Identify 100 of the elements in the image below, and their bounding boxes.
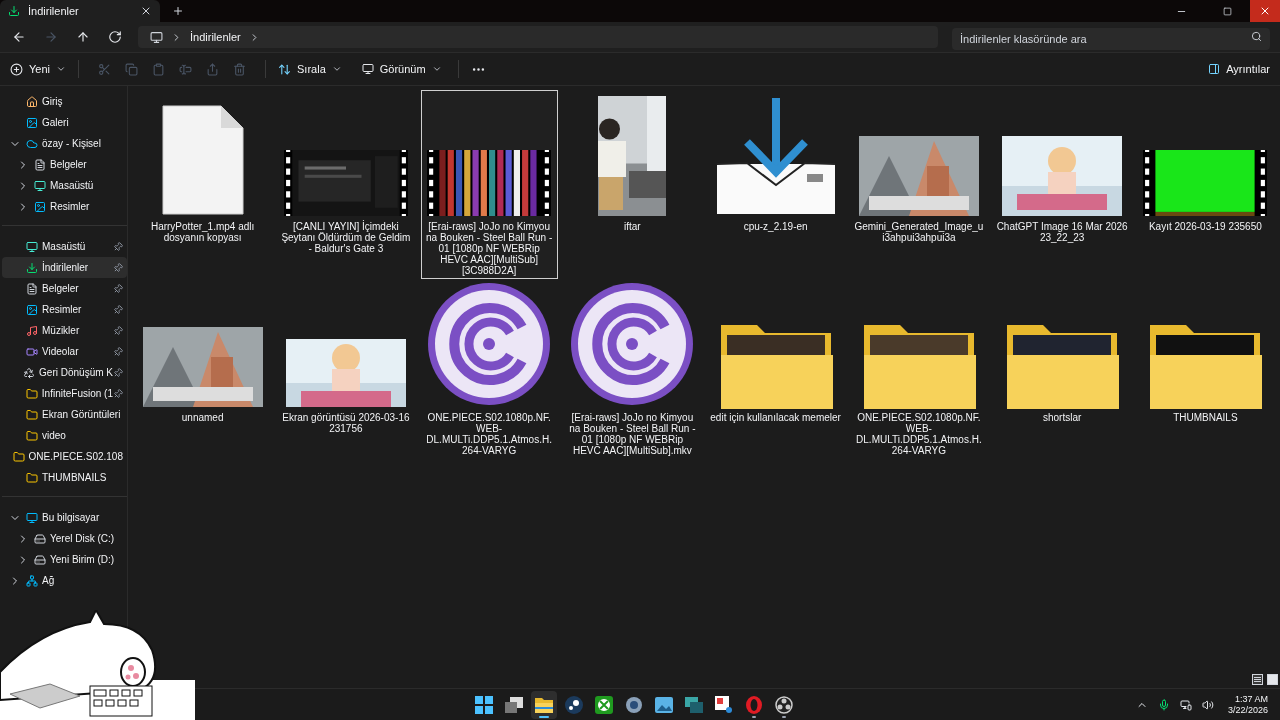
file-item[interactable]: [Erai-raws] JoJo no Kimyou na Bouken - Steel Ball Run - 01 [1080p NF WEBRip HEVC AAC][MultiSub][3C988D2A]	[420, 90, 558, 279]
time: 1:37 AM	[1234, 693, 1268, 705]
windows-logo-icon[interactable]	[475, 695, 493, 714]
new-button[interactable]: Yeni	[10, 60, 78, 78]
document-icon	[160, 104, 245, 216]
document-icon	[34, 158, 46, 171]
speaker-icon[interactable]	[1201, 698, 1214, 711]
file-item[interactable]: Ekran görüntüsü 2026-03-16 231756	[277, 281, 415, 459]
sidebar-item[interactable]: Belgeler	[2, 278, 127, 299]
microphone-icon[interactable]	[1157, 698, 1170, 711]
sidebar-item[interactable]: Galeri	[2, 112, 127, 133]
network-icon[interactable]	[1179, 698, 1192, 711]
sidebar-item[interactable]: Masaüstü	[2, 175, 127, 196]
new-tab-icon[interactable]	[172, 5, 184, 17]
file-item[interactable]: HarryPotter_1.mp4 adlı dosyanın kopyası	[134, 90, 272, 279]
xbox-icon[interactable]	[595, 695, 613, 714]
file-item[interactable]: Gemini_Generated_Image_ui3ahpui3ahpui3a	[850, 90, 988, 279]
windows-icon[interactable]	[685, 696, 703, 713]
sidebar-item[interactable]: THUMBNAILS	[2, 467, 127, 488]
restore-icon	[1222, 6, 1232, 16]
download-icon	[8, 5, 20, 17]
cloud-icon	[26, 137, 38, 150]
refresh-icon[interactable]	[108, 30, 122, 44]
taskbar-app[interactable]	[531, 690, 557, 719]
caret-icon	[331, 64, 342, 74]
snipping-tool-icon[interactable]	[715, 695, 733, 714]
video-icon	[26, 345, 38, 358]
steam-icon[interactable]	[565, 695, 583, 714]
pictures-icon	[26, 303, 38, 316]
details-view-button[interactable]	[1252, 674, 1263, 685]
breadcrumb[interactable]: İndirilenler	[190, 28, 241, 46]
folder-icon	[26, 429, 38, 442]
clock[interactable]: 1:37 AM 3/22/2026	[1227, 693, 1268, 716]
folder-icon[interactable]	[535, 696, 553, 713]
sidebar-item[interactable]: Ekran Görüntüleri	[2, 404, 127, 425]
download-icon	[26, 261, 38, 274]
home-icon	[26, 95, 38, 108]
details-button[interactable]: Ayrıntılar	[1208, 60, 1270, 78]
sidebar-item[interactable]: Videolar	[2, 341, 127, 362]
folder-icon	[12, 450, 25, 463]
sort-button[interactable]: Sırala	[278, 60, 342, 78]
caret-icon	[56, 64, 66, 74]
file-item[interactable]: unnamed	[134, 281, 272, 459]
address-bar[interactable]: İndirilenler	[138, 26, 938, 48]
sidebar-item[interactable]: Resimler	[2, 196, 127, 217]
monitor-icon	[361, 63, 374, 75]
obs-icon[interactable]	[775, 695, 793, 714]
file-item[interactable]: ChatGPT Image 16 Mar 2026 23_22_23	[993, 90, 1131, 279]
sidebar-item[interactable]: InfiniteFusion (1	[2, 383, 127, 404]
back-icon[interactable]	[12, 30, 26, 44]
sidebar-item[interactable]: Bu bilgisayar	[2, 507, 127, 528]
sidebar-item[interactable]: Resimler	[2, 299, 127, 320]
desktop-icon	[34, 179, 46, 192]
file-item[interactable]: shortslar	[993, 281, 1131, 459]
file-item[interactable]: cpu-z_2.19-en	[707, 90, 845, 279]
sidebar-item[interactable]: Yeni Birim (D:)	[2, 549, 127, 570]
file-item[interactable]: [CANLI YAYIN] İçimdeki Şeytanı Öldürdüm de Geldim - Baldur's Gate 3	[277, 90, 415, 279]
sidebar-item[interactable]: Müzikler	[2, 320, 127, 341]
torrent-icon	[569, 281, 696, 407]
sidebar-item[interactable]: Belgeler	[2, 154, 127, 175]
sidebar-item[interactable]: ONE.PIECE.S02.108	[2, 446, 127, 467]
opera-icon[interactable]	[745, 695, 763, 714]
folder-icon	[25, 387, 38, 400]
document-icon	[26, 282, 38, 295]
sidebar-item[interactable]: Masaüstü	[2, 236, 127, 257]
file-item[interactable]: THUMBNAILS	[1136, 281, 1274, 459]
desktop-icon	[26, 240, 38, 253]
folder-icon	[26, 408, 38, 421]
file-item[interactable]: ONE.PIECE.S02.1080p.NF.WEB-DL.MULTi.DDP5.1.Atmos.H.264-VARYG	[420, 281, 558, 459]
close-icon[interactable]	[140, 5, 152, 17]
sidebar-item[interactable]: İndirilenler	[2, 257, 127, 278]
plus-circle-icon	[10, 62, 23, 76]
sort-icon	[278, 62, 291, 76]
sidebar-item[interactable]: Giriş	[2, 91, 127, 112]
details-pane-icon	[1208, 63, 1221, 75]
sidebar-item[interactable]: özay - Kişisel	[2, 133, 127, 154]
recycle-bin-icon	[23, 366, 36, 379]
file-item[interactable]: Kayıt 2026-03-19 235650	[1136, 90, 1274, 279]
installer-icon	[714, 98, 837, 216]
sidebar-item[interactable]: Ağ	[2, 570, 127, 591]
pictures-icon	[34, 200, 46, 213]
gallery-icon	[26, 116, 38, 129]
file-item[interactable]: ONE.PIECE.S02.1080p.NF.WEB-DL.MULTi.DDP5.1.Atmos.H.264-VARYG	[850, 281, 988, 459]
monitor-icon	[150, 30, 163, 44]
search-field[interactable]: İndirilenler klasöründe ara	[952, 28, 1270, 50]
search-icon[interactable]	[1251, 31, 1262, 42]
photos-icon[interactable]	[655, 696, 673, 713]
sidebar-item[interactable]: video	[2, 425, 127, 446]
music-icon	[26, 324, 38, 337]
view-button[interactable]: Görünüm	[361, 60, 442, 78]
torrent-icon	[426, 281, 553, 407]
drive-icon	[34, 553, 46, 566]
sidebar-item[interactable]: Geri Dönüşüm K	[2, 362, 127, 383]
date: 3/22/2026	[1227, 704, 1268, 716]
tab[interactable]: İndirilenler	[0, 0, 160, 22]
file-item[interactable]: edit için kullanılacak memeler	[707, 281, 845, 459]
file-item[interactable]: iftar	[563, 90, 701, 279]
task-view-icon[interactable]	[505, 696, 523, 713]
sidebar-item[interactable]: Yerel Disk (C:)	[2, 528, 127, 549]
file-item[interactable]: [Erai-raws] JoJo no Kimyou na Bouken - Steel Ball Run - 01 [1080p NF WEBRip HEVC AAC][MultiSub].mkv	[563, 281, 701, 459]
